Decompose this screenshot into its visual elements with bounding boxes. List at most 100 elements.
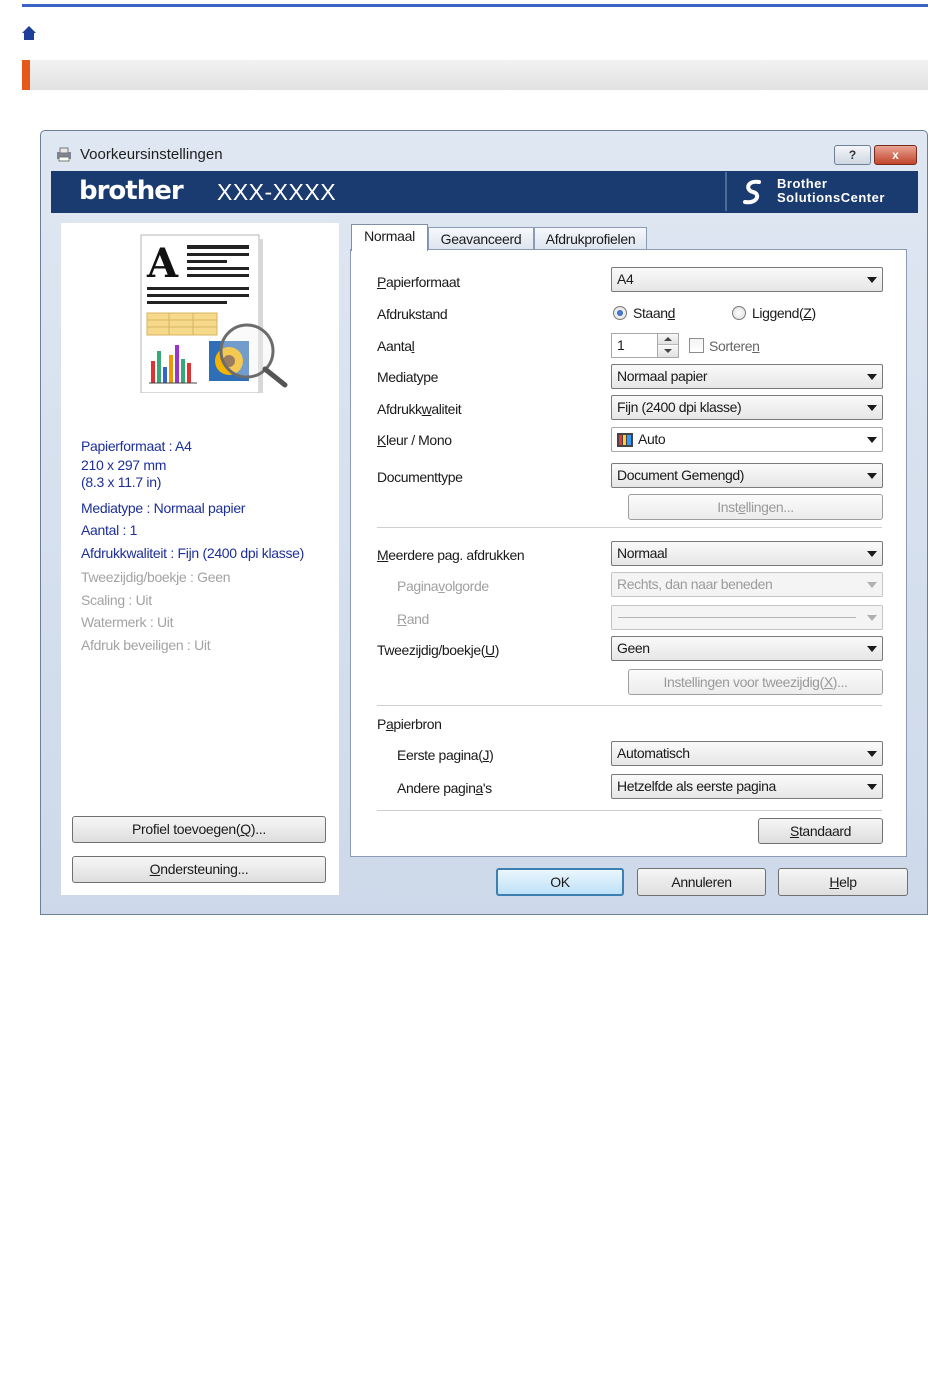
tab-normaal[interactable]: Normaal <box>351 224 428 251</box>
media-type-select[interactable]: Normaal papier <box>611 364 883 389</box>
duplex-label-end: ) <box>494 642 500 658</box>
portrait-accesskey: d <box>667 305 676 321</box>
summary-line: Papierformaat : A4 <box>81 438 192 454</box>
paper-size-accesskey: P <box>377 274 386 290</box>
landscape-label-end: ) <box>811 305 816 321</box>
title-bar[interactable]: Voorkeursinstellingen ? x <box>41 131 927 169</box>
default-button-text: tandaard <box>798 823 852 839</box>
chevron-down-icon <box>867 405 877 411</box>
multiple-pages-select[interactable]: Normaal <box>611 541 883 566</box>
help-button[interactable]: Help <box>778 868 908 896</box>
paper-size-label: Papierformaat <box>377 274 460 290</box>
increment-icon[interactable] <box>658 334 678 345</box>
portrait-label-text: Staan <box>633 305 668 321</box>
copies-label: Aantal <box>377 338 415 354</box>
color-mono-label-text: leur / Mono <box>385 432 452 448</box>
paper-size-select[interactable]: A4 <box>611 267 883 292</box>
help-button-text: elp <box>839 874 857 890</box>
divider <box>377 527 882 528</box>
chevron-down-icon <box>867 473 877 479</box>
other-pages-value: Hetzelfde als eerste pagina <box>617 778 776 794</box>
paper-size-label-text: apierformaat <box>385 274 460 290</box>
duplex-select[interactable]: Geen <box>611 636 883 661</box>
support-text: ndersteuning... <box>160 861 249 877</box>
document-type-select[interactable]: Document Gemengd) <box>611 463 883 488</box>
copies-stepper[interactable]: 1 <box>611 333 679 358</box>
other-pages-label-end: 's <box>482 780 492 796</box>
multiple-pages-value: Normaal <box>617 545 668 561</box>
copies-spin-buttons <box>657 334 678 357</box>
summary-line: Mediatype : Normaal papier <box>81 500 246 516</box>
paper-size-value: A4 <box>617 271 634 287</box>
support-button[interactable]: Ondersteuning... <box>72 856 326 883</box>
duplex-accesskey: U <box>484 642 495 658</box>
chevron-down-icon <box>867 374 877 380</box>
chevron-down-icon <box>867 551 877 557</box>
media-type-label: Mediatype <box>377 369 438 385</box>
page-order-label-end: olgorde <box>444 578 489 594</box>
solutions-center-link[interactable]: Brother SolutionsCenter <box>725 172 917 211</box>
color-mono-select[interactable]: Auto <box>611 427 883 452</box>
brand-banner: brother XXX-XXXX Brother SolutionsCenter <box>51 171 918 213</box>
border-select[interactable] <box>611 605 883 630</box>
duplex-settings-button[interactable]: Instellingen voor tweezijdig(X)... <box>628 669 883 695</box>
document-preview-image: A <box>140 234 288 393</box>
default-button[interactable]: Standaard <box>758 818 883 844</box>
add-profile-text-start: Profiel toevoegen( <box>132 821 241 837</box>
chevron-down-icon <box>867 615 877 621</box>
document-settings-accesskey: e <box>738 499 746 515</box>
top-rule <box>22 4 928 7</box>
page-order-value: Rechts, dan naar beneden <box>617 576 773 592</box>
copies-label-text: Aanta <box>377 338 412 354</box>
solutions-center-line1: Brother <box>777 176 828 191</box>
media-type-value: Normaal papier <box>617 368 708 384</box>
paper-source-label: Papierbron <box>377 716 442 732</box>
decrement-icon[interactable] <box>658 346 678 357</box>
print-quality-label-end: aliteit <box>431 401 462 417</box>
tab-geavanceerd[interactable]: Geavanceerd <box>428 227 534 251</box>
add-profile-button[interactable]: Profiel toevoegen(Q)... <box>72 816 326 843</box>
landscape-label-text: Liggend( <box>752 305 804 321</box>
page-order-select[interactable]: Rechts, dan naar beneden <box>611 572 883 597</box>
add-profile-accesskey: Q <box>240 821 251 837</box>
border-label: Rand <box>397 611 429 627</box>
section-accent-marker <box>22 60 30 90</box>
other-pages-label: Andere pagina's <box>397 780 492 796</box>
settings-summary-panel: A Papierformaat: A4 210 x 297 mm (8.3 x… <box>61 223 339 895</box>
chevron-down-icon <box>867 582 877 588</box>
paper-source-label-text: P <box>377 716 386 732</box>
multiple-pages-accesskey: M <box>377 547 389 563</box>
copies-accesskey: l <box>411 338 415 354</box>
collate-label-text: Sortere <box>709 338 753 354</box>
divider <box>377 810 882 811</box>
close-button[interactable]: x <box>874 145 917 165</box>
default-accesskey: S <box>789 823 799 839</box>
cancel-button[interactable]: Annuleren <box>637 868 766 896</box>
document-settings-button[interactable]: Instellingen... <box>628 494 883 520</box>
document-settings-text-end: llingen... <box>745 499 795 515</box>
print-quality-select[interactable]: Fijn (2400 dpi klasse) <box>611 395 883 420</box>
other-pages-select[interactable]: Hetzelfde als eerste pagina <box>611 774 883 799</box>
border-line-sample <box>618 617 856 618</box>
first-page-value: Automatisch <box>617 745 690 761</box>
print-quality-accesskey: w <box>421 401 432 417</box>
tab-afdrukprofielen[interactable]: Afdrukprofielen <box>534 227 647 251</box>
collate-checkbox[interactable] <box>689 338 704 353</box>
portrait-radio[interactable] <box>613 306 627 320</box>
border-label-text: and <box>406 611 430 627</box>
landscape-radio[interactable] <box>732 306 746 320</box>
portrait-label: Staand <box>633 305 675 321</box>
support-accesskey: O <box>149 861 161 877</box>
orientation-label: Afdrukstand <box>377 306 448 322</box>
print-quality-value: Fijn (2400 dpi klasse) <box>617 399 742 415</box>
other-pages-label-text: Andere pagin <box>397 780 476 796</box>
home-icon[interactable] <box>21 25 37 41</box>
duplex-settings-text: Instellingen voor tweezijdig( <box>663 674 824 690</box>
duplex-value: Geen <box>617 640 650 656</box>
help-accesskey: H <box>829 874 840 890</box>
first-page-select[interactable]: Automatisch <box>611 741 883 766</box>
collate-accesskey: n <box>752 338 760 354</box>
ok-button[interactable]: OK <box>496 868 624 896</box>
page-order-label: Paginavolgorde <box>397 578 489 594</box>
help-title-button[interactable]: ? <box>834 145 871 165</box>
